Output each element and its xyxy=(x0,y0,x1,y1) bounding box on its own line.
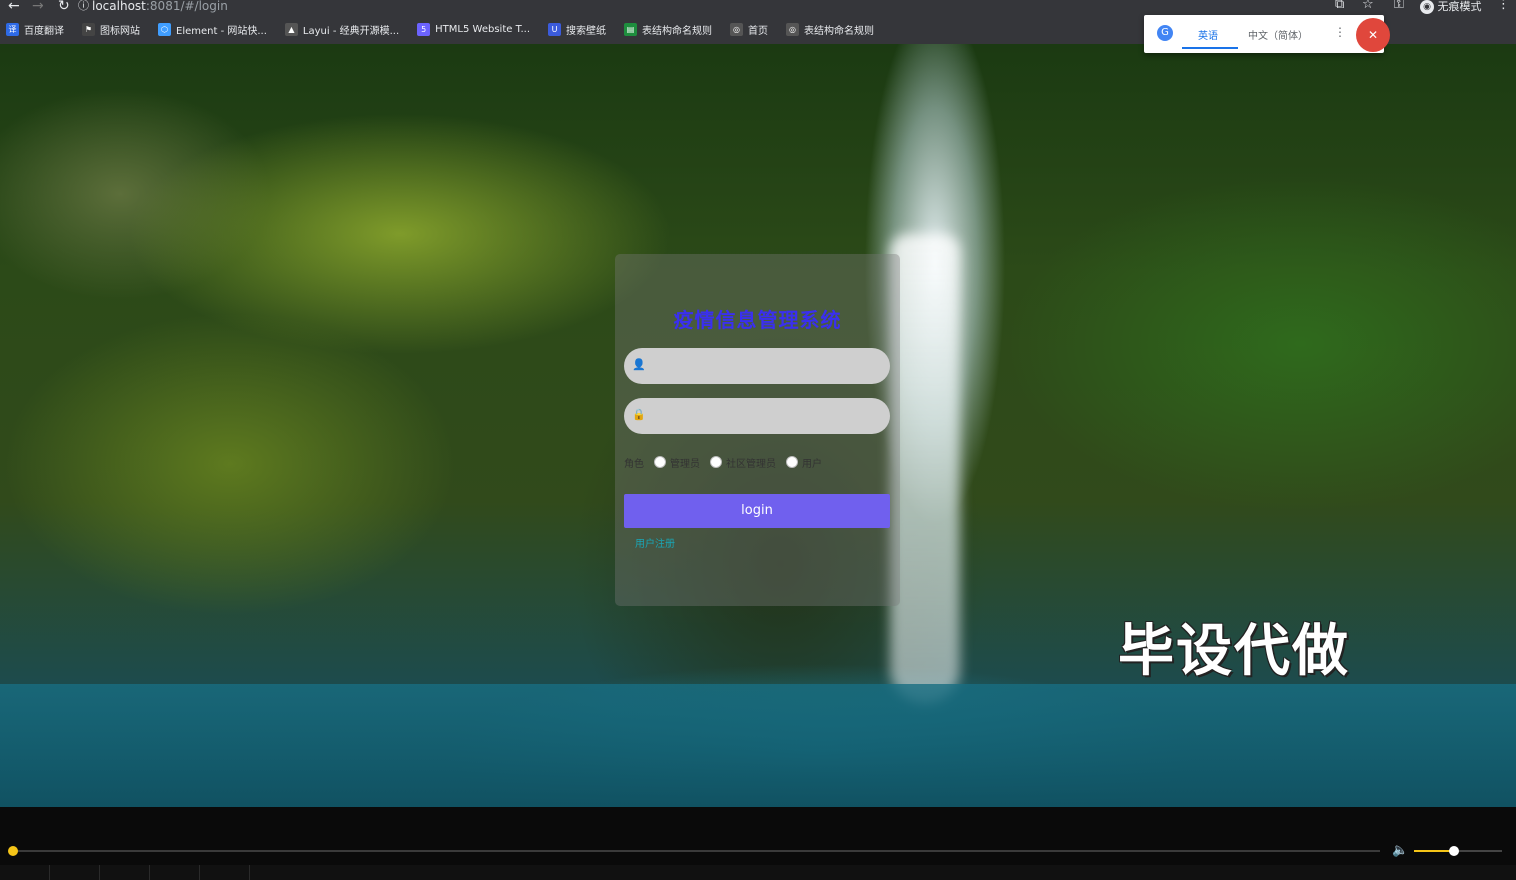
waterfall-background xyxy=(890,234,960,704)
star-icon[interactable]: ☆ xyxy=(1362,0,1374,12)
baidu-translate-icon: 译 xyxy=(6,23,19,36)
translate-icon[interactable]: ⧉ xyxy=(1335,0,1344,12)
role-option-community-admin[interactable]: 社区管理员 xyxy=(726,455,776,470)
flag-icon: ⚑ xyxy=(82,23,95,36)
pool-background xyxy=(0,684,1516,807)
bookmark-item[interactable]: 译百度翻译 xyxy=(6,22,64,37)
translate-popup: G 英语 中文（简体） ⋮ ✕ xyxy=(1144,15,1390,53)
lock-icon: 🔒 xyxy=(632,408,646,421)
globe-icon: ◎ xyxy=(786,23,800,36)
url-path: :8081/#/login xyxy=(145,0,228,13)
password-field[interactable]: 🔒 xyxy=(624,398,890,436)
username-input[interactable] xyxy=(648,348,882,386)
volume-knob[interactable] xyxy=(1448,846,1459,856)
key-icon[interactable]: ⚿ xyxy=(1394,0,1404,12)
bookmark-item[interactable]: ◎ 首页 xyxy=(730,22,768,37)
bookmark-label: 表结构命名规则 xyxy=(642,26,713,37)
layui-icon: ▲ xyxy=(284,23,298,36)
strip-segment xyxy=(0,865,50,880)
bookmark-item[interactable]: ▲ Layui - 经典开源模... xyxy=(284,22,400,37)
wallpaper-icon: U xyxy=(548,23,562,36)
bookmark-label: 首页 xyxy=(748,26,769,37)
incognito-badge[interactable]: ◉ 无痕模式 xyxy=(1420,0,1482,14)
bookmark-label: Layui - 经典开源模... xyxy=(302,26,400,37)
close-icon[interactable]: ✕ xyxy=(1356,18,1390,52)
menu-icon[interactable]: ⋮ xyxy=(1497,0,1510,12)
role-radio-community-admin[interactable] xyxy=(710,456,722,468)
username-field[interactable]: 👤 xyxy=(624,348,890,386)
password-input[interactable] xyxy=(648,398,882,436)
bookmark-label: 搜索壁纸 xyxy=(566,26,607,37)
bookmark-item[interactable]: U 搜索壁纸 xyxy=(548,22,606,37)
strip-segment xyxy=(100,865,150,880)
tab-source-language[interactable]: 英语 xyxy=(1198,27,1218,42)
incognito-label: 无痕模式 xyxy=(1437,0,1482,13)
incognito-icon: ◉ xyxy=(1420,0,1434,14)
progress-track[interactable] xyxy=(12,850,1380,852)
back-icon[interactable]: ← xyxy=(8,0,20,14)
active-tab-indicator xyxy=(1182,47,1238,49)
strip-segment xyxy=(150,865,200,880)
login-panel: 疫情信息管理系统 👤 🔒 角色 管理员 社区管理员 用户 login 用户注册 xyxy=(615,254,900,606)
volume-fill xyxy=(1414,850,1454,852)
bookmark-item[interactable]: ⬡ Element - 网站快... xyxy=(158,22,267,37)
google-translate-icon: G xyxy=(1157,25,1173,41)
globe-icon: ◎ xyxy=(730,23,744,36)
element-icon: ⬡ xyxy=(158,23,171,36)
bookmark-item[interactable]: ⚑ 图标网站 xyxy=(82,22,140,37)
bookmark-item[interactable]: ◎ 表结构命名规则 xyxy=(786,22,874,37)
bookmark-label: Element - 网站快... xyxy=(176,26,267,37)
role-option-user[interactable]: 用户 xyxy=(802,455,822,470)
url-host: localhost xyxy=(92,0,146,13)
reload-icon[interactable]: ↻ xyxy=(58,0,70,14)
page-title: 疫情信息管理系统 xyxy=(673,308,842,332)
video-player-controls: 🔈 xyxy=(0,807,1516,880)
more-options-icon[interactable]: ⋮ xyxy=(1334,25,1346,39)
bookmark-label: 表结构命名规则 xyxy=(804,26,875,37)
bookmark-item[interactable]: 5 HTML5 Website T... xyxy=(417,23,530,36)
forward-icon[interactable]: → xyxy=(32,0,44,14)
tab-target-language[interactable]: 中文（简体） xyxy=(1248,27,1308,42)
login-button[interactable]: login xyxy=(624,494,890,528)
doc-icon: ▤ xyxy=(624,23,638,36)
progress-knob[interactable] xyxy=(8,846,18,856)
volume-icon[interactable]: 🔈 xyxy=(1392,843,1408,858)
bookmark-label: 百度翻译 xyxy=(24,26,64,37)
role-radio-admin[interactable] xyxy=(654,456,666,468)
bookmark-item[interactable]: ▤ 表结构命名规则 xyxy=(624,22,712,37)
address-bar: ← → ↻ ⓘ localhost:8081/#/login ⧉ ☆ ⚿ ◉ 无… xyxy=(0,0,1516,15)
url-field[interactable]: localhost:8081/#/login xyxy=(92,0,228,13)
user-icon: 👤 xyxy=(632,358,646,371)
login-page: 疫情信息管理系统 👤 🔒 角色 管理员 社区管理员 用户 login 用户注册 … xyxy=(0,44,1516,807)
bottom-strip xyxy=(0,865,1516,880)
role-selector: 角色 管理员 社区管理员 用户 xyxy=(624,454,822,470)
strip-segment xyxy=(200,865,250,880)
html5-icon: 5 xyxy=(417,23,431,36)
info-icon[interactable]: ⓘ xyxy=(78,0,89,14)
strip-segment xyxy=(50,865,100,880)
role-label: 角色 xyxy=(624,458,644,470)
bookmark-label: 图标网站 xyxy=(100,26,140,37)
register-link[interactable]: 用户注册 xyxy=(635,535,675,550)
role-option-admin[interactable]: 管理员 xyxy=(670,455,700,470)
bookmark-label: HTML5 Website T... xyxy=(435,24,531,35)
watermark-text: 毕设代做 xyxy=(1118,619,1350,684)
role-radio-user[interactable] xyxy=(786,456,798,468)
